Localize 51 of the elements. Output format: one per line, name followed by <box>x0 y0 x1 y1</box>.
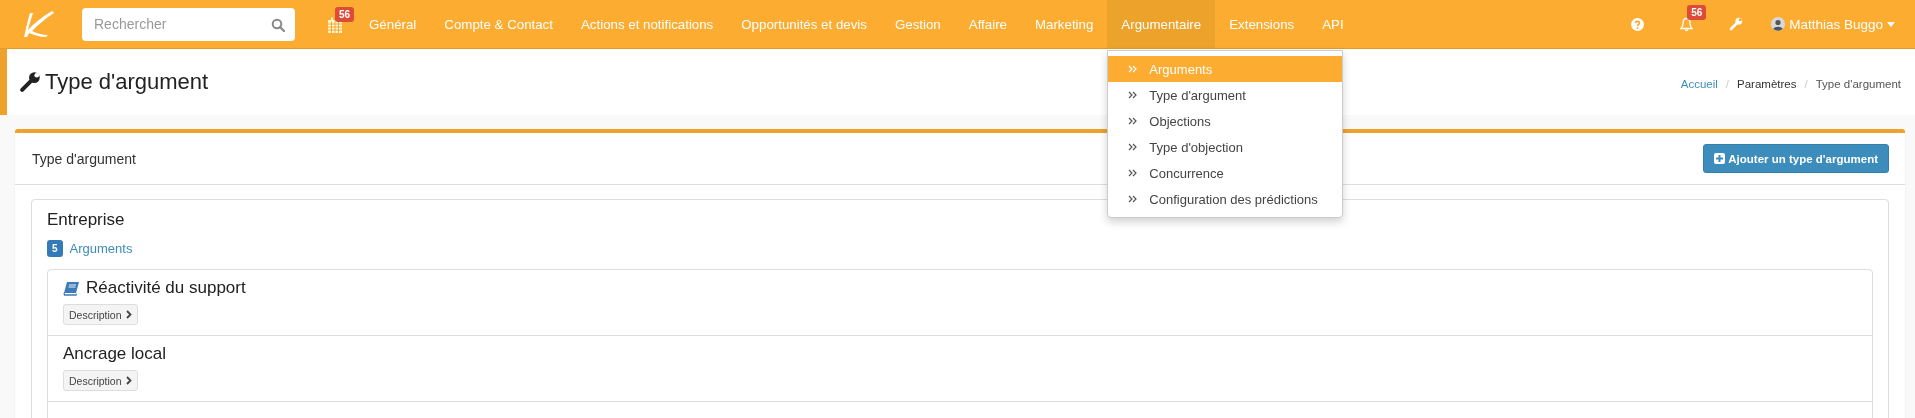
nav-menu-item[interactable]: Opportunités et devis <box>727 0 881 48</box>
argument-title: Réactivité du support <box>86 278 246 298</box>
nav-menu-item[interactable]: Compte & Contact <box>430 0 567 48</box>
nav-menu-item[interactable]: Gestion <box>880 0 955 48</box>
nav-menu-item[interactable]: Extensions <box>1215 0 1309 48</box>
avatar-icon <box>1771 17 1786 31</box>
chevron-right-icon <box>125 310 132 319</box>
plus-square-icon <box>1714 153 1726 164</box>
arguments-link[interactable]: Arguments <box>69 241 133 256</box>
card-title: Type d'argument <box>32 150 136 167</box>
dropdown-item[interactable]: Arguments <box>1108 56 1343 82</box>
nav-menu-item[interactable]: Marketing <box>1020 0 1108 48</box>
user-menu[interactable]: Matthias Buggo <box>1771 16 1895 32</box>
wrench-icon <box>19 71 41 93</box>
group-title: Entreprise <box>47 210 126 230</box>
nav-menu-item[interactable]: Général <box>355 0 431 48</box>
dropdown-item[interactable]: Objections <box>1108 108 1343 134</box>
breadcrumb-separator: / <box>1725 78 1730 90</box>
double-chevron-icon <box>1128 117 1138 125</box>
breadcrumb-separator: / <box>1804 78 1808 90</box>
search-icon[interactable] <box>271 17 285 32</box>
double-chevron-icon <box>1128 91 1138 99</box>
breadcrumb-item: Paramètres <box>1737 78 1797 90</box>
nav-menu-item[interactable]: Actions et notifications <box>566 0 728 48</box>
count-badge: 5 <box>47 240 63 257</box>
nav-menu-item[interactable]: Argumentaire <box>1107 0 1216 48</box>
bell-icon[interactable] <box>1680 16 1694 32</box>
wrench-icon[interactable] <box>1729 17 1744 31</box>
search-field[interactable]: Rechercher <box>82 7 295 41</box>
dropdown-item[interactable]: Configuration des prédictions <box>1108 186 1343 212</box>
nav-menu-item[interactable]: API <box>1308 0 1358 48</box>
calendar-badge: 56 <box>335 6 355 22</box>
double-chevron-icon <box>1128 169 1138 177</box>
description-button[interactable]: Description <box>63 304 138 325</box>
argument-title: Ancrage local <box>63 344 166 364</box>
breadcrumb-link[interactable]: Accueil <box>1680 78 1718 90</box>
nav-menu-item[interactable]: Affaire <box>954 0 1021 48</box>
double-chevron-icon <box>1128 195 1138 203</box>
add-button[interactable]: Ajouter un type d'argument <box>1703 144 1889 173</box>
help-icon[interactable] <box>1631 17 1645 31</box>
notification-badge: 56 <box>1687 4 1707 20</box>
double-chevron-icon <box>1128 143 1138 151</box>
dropdown-item[interactable]: Type d'argument <box>1108 82 1343 108</box>
breadcrumb-item: Type d'argument <box>1815 78 1901 90</box>
page-title: Type d'argument <box>45 69 209 95</box>
chevron-right-icon <box>125 376 132 385</box>
dropdown-item[interactable]: Type d'objection <box>1108 134 1343 160</box>
description-button[interactable]: Description <box>63 370 138 391</box>
dropdown-item[interactable]: Concurrence <box>1108 160 1343 186</box>
double-chevron-icon <box>1128 65 1138 73</box>
caret-icon <box>1887 21 1895 27</box>
